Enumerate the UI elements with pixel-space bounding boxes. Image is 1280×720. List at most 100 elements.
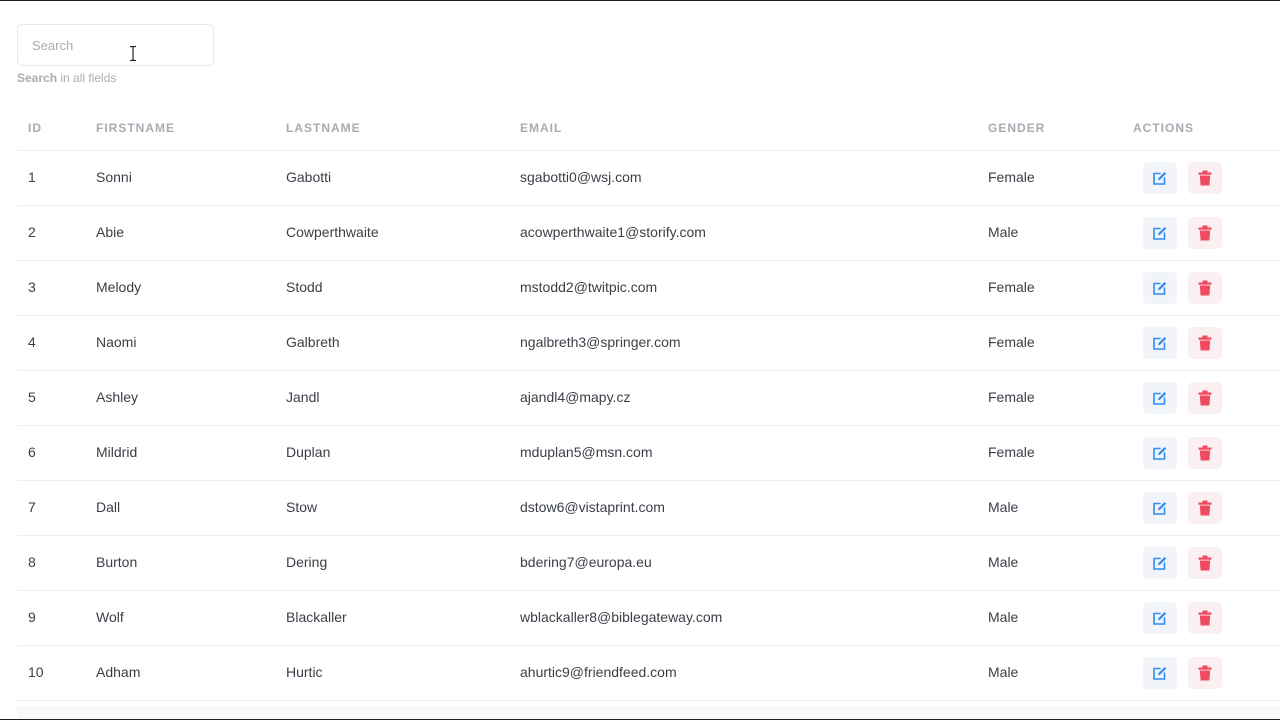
- table-row: 1 Sonni Gabotti sgabotti0@wsj.com Female: [17, 151, 1280, 206]
- trash-icon: [1198, 500, 1212, 516]
- cell-lastname: Gabotti: [286, 169, 332, 185]
- table-header: ID FIRSTNAME LASTNAME EMAIL GENDER ACTIO…: [17, 101, 1280, 151]
- edit-button[interactable]: [1143, 437, 1177, 469]
- cell-email: ajandl4@mapy.cz: [520, 389, 631, 405]
- cell-id: 7: [28, 499, 36, 515]
- cell-id: 3: [28, 279, 36, 295]
- cell-id: 10: [28, 664, 44, 680]
- delete-button[interactable]: [1188, 437, 1222, 469]
- cell-firstname: Wolf: [96, 609, 124, 625]
- cell-firstname: Ashley: [96, 389, 139, 405]
- app-frame: Search in all fields ID FIRSTNAME LASTNA…: [0, 0, 1280, 720]
- pencil-edit-icon: [1153, 392, 1167, 405]
- search-hint: Search in all fields: [17, 71, 116, 85]
- delete-button[interactable]: [1188, 492, 1222, 524]
- edit-button[interactable]: [1143, 657, 1177, 689]
- pencil-edit-icon: [1153, 502, 1167, 515]
- column-header-actions: ACTIONS: [1133, 121, 1194, 135]
- cell-firstname: Naomi: [96, 334, 137, 350]
- cell-id: 2: [28, 224, 36, 240]
- cell-lastname: Dering: [286, 554, 328, 570]
- table-row: 4 Naomi Galbreth ngalbreth3@springer.com Fem…: [17, 316, 1280, 371]
- trash-icon: [1198, 280, 1212, 296]
- delete-button[interactable]: [1188, 162, 1222, 194]
- column-header-id[interactable]: ID: [28, 121, 42, 135]
- trash-icon: [1198, 335, 1212, 351]
- cell-lastname: Jandl: [286, 389, 320, 405]
- cell-email: ahurtic9@friendfeed.com: [520, 664, 677, 680]
- pencil-edit-icon: [1153, 172, 1167, 185]
- edit-button[interactable]: [1143, 602, 1177, 634]
- table-row: 10 Adham Hurtic ahurtic9@friendfeed.com Male: [17, 646, 1280, 701]
- cell-lastname: Blackaller: [286, 609, 347, 625]
- trash-icon: [1198, 610, 1212, 626]
- delete-button[interactable]: [1188, 547, 1222, 579]
- cell-id: 1: [28, 169, 36, 185]
- cell-lastname: Galbreth: [286, 334, 340, 350]
- edit-button[interactable]: [1143, 327, 1177, 359]
- cell-lastname: Duplan: [286, 444, 331, 460]
- cell-firstname: Dall: [96, 499, 121, 515]
- delete-button[interactable]: [1188, 272, 1222, 304]
- cell-id: 6: [28, 444, 36, 460]
- delete-button[interactable]: [1188, 657, 1222, 689]
- pencil-edit-icon: [1153, 282, 1167, 295]
- delete-button[interactable]: [1188, 217, 1222, 249]
- edit-button[interactable]: [1143, 547, 1177, 579]
- delete-button[interactable]: [1188, 382, 1222, 414]
- cell-lastname: Stodd: [286, 279, 323, 295]
- edit-button[interactable]: [1143, 492, 1177, 524]
- cell-email: mstodd2@twitpic.com: [520, 279, 658, 295]
- users-table: ID FIRSTNAME LASTNAME EMAIL GENDER ACTIO…: [17, 101, 1280, 701]
- cell-firstname: Sonni: [96, 169, 132, 185]
- cell-lastname: Hurtic: [286, 664, 323, 680]
- column-header-email[interactable]: EMAIL: [520, 121, 562, 135]
- text-cursor-icon: [130, 46, 136, 61]
- pencil-edit-icon: [1153, 612, 1167, 625]
- edit-button[interactable]: [1143, 217, 1177, 249]
- table-row: 7 Dall Stow dstow6@vistaprint.com Male: [17, 481, 1280, 536]
- cell-id: 5: [28, 389, 36, 405]
- pencil-edit-icon: [1153, 337, 1167, 350]
- edit-button[interactable]: [1143, 382, 1177, 414]
- pencil-edit-icon: [1153, 667, 1167, 680]
- table-row: 2 Abie Cowperthwaite acowperthwaite1@storif…: [17, 206, 1280, 261]
- cell-firstname: Burton: [96, 554, 138, 570]
- cell-gender: Male: [988, 554, 1019, 570]
- cell-email: dstow6@vistaprint.com: [520, 499, 665, 515]
- trash-icon: [1198, 445, 1212, 461]
- search-hint-bold: Search: [17, 71, 58, 85]
- table-row: 3 Melody Stodd mstodd2@twitpic.com Female: [17, 261, 1280, 316]
- cell-gender: Male: [988, 664, 1019, 680]
- cell-email: sgabotti0@wsj.com: [520, 169, 642, 185]
- column-header-firstname[interactable]: FIRSTNAME: [96, 121, 175, 135]
- table-row: 8 Burton Dering bdering7@europa.eu Male: [17, 536, 1280, 591]
- column-header-lastname[interactable]: LASTNAME: [286, 121, 361, 135]
- table-row: 9 Wolf Blackaller wblackaller8@biblegateway…: [17, 591, 1280, 646]
- column-header-gender[interactable]: GENDER: [988, 121, 1045, 135]
- cell-lastname: Cowperthwaite: [286, 224, 379, 240]
- cell-firstname: Adham: [96, 664, 141, 680]
- delete-button[interactable]: [1188, 327, 1222, 359]
- table-body: 1 Sonni Gabotti sgabotti0@wsj.com Female 2 Abi…: [17, 151, 1280, 701]
- cell-email: ngalbreth3@springer.com: [520, 334, 681, 350]
- trash-icon: [1198, 390, 1212, 406]
- edit-button[interactable]: [1143, 162, 1177, 194]
- cell-gender: Male: [988, 224, 1019, 240]
- cell-id: 8: [28, 554, 36, 570]
- cell-gender: Female: [988, 444, 1035, 460]
- cell-firstname: Abie: [96, 224, 125, 240]
- search-input[interactable]: [17, 24, 214, 66]
- cell-lastname: Stow: [286, 499, 318, 515]
- table-row: 6 Mildrid Duplan mduplan5@msn.com Female: [17, 426, 1280, 481]
- cell-gender: Female: [988, 169, 1035, 185]
- cell-gender: Male: [988, 499, 1019, 515]
- cell-email: acowperthwaite1@storify.com: [520, 224, 706, 240]
- cell-gender: Female: [988, 334, 1035, 350]
- delete-button[interactable]: [1188, 602, 1222, 634]
- cell-gender: Male: [988, 609, 1019, 625]
- search-area: Search in all fields: [17, 24, 214, 85]
- cell-email: mduplan5@msn.com: [520, 444, 653, 460]
- edit-button[interactable]: [1143, 272, 1177, 304]
- table-row: 5 Ashley Jandl ajandl4@mapy.cz Female: [17, 371, 1280, 426]
